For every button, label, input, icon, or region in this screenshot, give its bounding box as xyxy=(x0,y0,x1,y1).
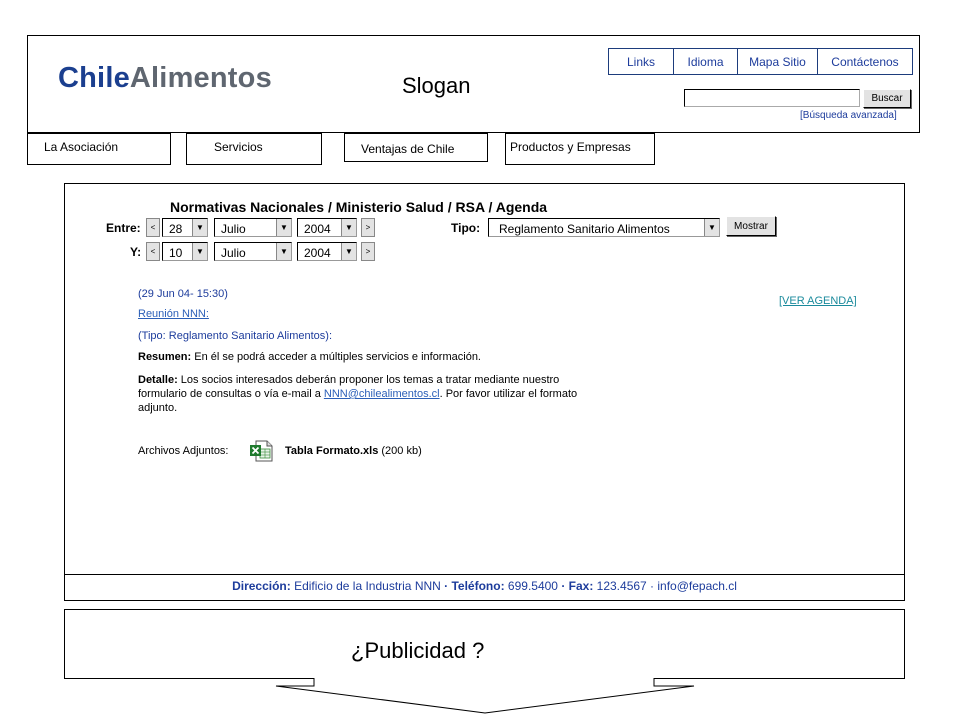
dropdown-arrow-icon: ▼ xyxy=(276,243,291,260)
top-links: Links Idioma Mapa Sitio Contáctenos xyxy=(608,48,913,75)
top-link-contactenos[interactable]: Contáctenos xyxy=(817,49,912,74)
chevron-left-icon: < xyxy=(150,247,156,256)
chevron-right-icon: > xyxy=(365,223,371,232)
down-arrow-icon xyxy=(275,678,695,714)
dropdown-arrow-icon: ▼ xyxy=(704,219,719,236)
detalle-text-line1: Los socios interesados deberán proponer … xyxy=(177,374,560,386)
event-tipo: (Tipo: Reglamento Sanitario Alimentos): xyxy=(138,330,333,342)
tipo-value: Reglamento Sanitario Alimentos xyxy=(499,221,670,236)
adjuntos-label: Archivos Adjuntos: xyxy=(138,445,229,457)
from-year-value: 2004 xyxy=(304,221,331,236)
detalle-text-line2-pre: formulario de consultas o vía e-mail a xyxy=(138,388,324,400)
detalle-email-link[interactable]: NNN@chilealimentos.cl xyxy=(324,388,440,400)
nav-tab-servicios[interactable]: Servicios xyxy=(186,133,322,165)
to-day-select[interactable]: 10 ▼ xyxy=(162,242,208,261)
event-resumen: Resumen: En él se podrá acceder a múltip… xyxy=(138,351,481,363)
event-detalle: Detalle: Los socios interesados deberán … xyxy=(138,373,658,415)
top-link-links[interactable]: Links xyxy=(609,49,673,74)
top-link-mapa-sitio[interactable]: Mapa Sitio xyxy=(737,49,817,74)
attachment-filename: Tabla Formato.xls xyxy=(285,445,379,457)
event-title-link[interactable]: Reunión NNN: xyxy=(138,308,209,320)
to-month-select[interactable]: Julio ▼ xyxy=(214,242,292,261)
slogan: Slogan xyxy=(402,73,471,98)
to-next-button[interactable]: > xyxy=(361,242,375,261)
excel-file-icon[interactable] xyxy=(249,440,273,462)
advanced-search-link[interactable]: [Búsqueda avanzada] xyxy=(800,110,897,121)
resumen-text: En él se podrá acceder a múltiples servi… xyxy=(191,351,481,363)
from-prev-button[interactable]: < xyxy=(146,218,160,237)
nav-tab-ventajas[interactable]: Ventajas de Chile xyxy=(344,133,488,162)
tipo-select[interactable]: Reglamento Sanitario Alimentos ▼ xyxy=(488,218,720,237)
entre-label: Entre: xyxy=(106,221,141,235)
attachment-size: (200 kb) xyxy=(378,445,422,457)
dropdown-arrow-icon: ▼ xyxy=(192,219,207,236)
from-month-value: Julio xyxy=(221,221,246,236)
nav-tab-productos[interactable]: Productos y Empresas xyxy=(505,133,655,165)
footer-contact: Dirección: Edificio de la Industria NNN … xyxy=(64,579,905,593)
to-year-value: 2004 xyxy=(304,245,331,260)
from-year-select[interactable]: 2004 ▼ xyxy=(297,218,357,237)
search-input[interactable] xyxy=(684,89,860,107)
ad-text: ¿Publicidad ? xyxy=(351,638,485,663)
mostrar-button[interactable]: Mostrar xyxy=(726,216,776,236)
footer-fax-label: · Fax: xyxy=(561,579,594,593)
attachment[interactable]: Tabla Formato.xls (200 kb) xyxy=(285,445,422,457)
event-datetime: (29 Jun 04- 15:30) xyxy=(138,288,228,300)
detalle-text-line2-post: . Por favor utilizar el formato xyxy=(439,388,578,400)
footer-fax: 123.4567 xyxy=(593,579,651,593)
dropdown-arrow-icon: ▼ xyxy=(192,243,207,260)
from-day-select[interactable]: 28 ▼ xyxy=(162,218,208,237)
tipo-label: Tipo: xyxy=(451,221,481,235)
footer-direccion-label: Dirección: xyxy=(232,579,291,593)
dropdown-arrow-icon: ▼ xyxy=(341,243,356,260)
search-button[interactable]: Buscar xyxy=(863,89,911,108)
ver-agenda-link[interactable]: [VER AGENDA] xyxy=(779,295,857,307)
resumen-label: Resumen: xyxy=(138,351,192,363)
to-day-value: 10 xyxy=(169,245,183,260)
chevron-right-icon: > xyxy=(365,247,371,256)
ad-banner[interactable] xyxy=(64,609,905,679)
footer-email[interactable]: · info@fepach.cl xyxy=(650,579,737,593)
from-month-select[interactable]: Julio ▼ xyxy=(214,218,292,237)
section-title: Normativas Nacionales / Ministerio Salud… xyxy=(170,199,548,215)
nav-tab-asociacion[interactable]: La Asociación xyxy=(27,133,171,165)
from-day-value: 28 xyxy=(169,221,183,236)
detalle-label: Detalle: xyxy=(138,374,178,386)
y-label: Y: xyxy=(130,245,142,259)
from-next-button[interactable]: > xyxy=(361,218,375,237)
top-link-idioma[interactable]: Idioma xyxy=(673,49,737,74)
footer-telefono-label: · Teléfono: xyxy=(444,579,505,593)
footer-telefono: 699.5400 xyxy=(504,579,562,593)
logo[interactable]: ChileAlimentos xyxy=(58,62,272,95)
footer-divider xyxy=(64,574,905,575)
dropdown-arrow-icon: ▼ xyxy=(276,219,291,236)
chevron-left-icon: < xyxy=(150,223,156,232)
dropdown-arrow-icon: ▼ xyxy=(341,219,356,236)
to-prev-button[interactable]: < xyxy=(146,242,160,261)
detalle-text-line3: adjunto. xyxy=(138,402,178,414)
footer-direccion: Edificio de la Industria NNN xyxy=(290,579,445,593)
to-month-value: Julio xyxy=(221,245,246,260)
logo-alimentos: Alimentos xyxy=(129,62,272,94)
to-year-select[interactable]: 2004 ▼ xyxy=(297,242,357,261)
logo-chile: Chile xyxy=(58,62,130,94)
